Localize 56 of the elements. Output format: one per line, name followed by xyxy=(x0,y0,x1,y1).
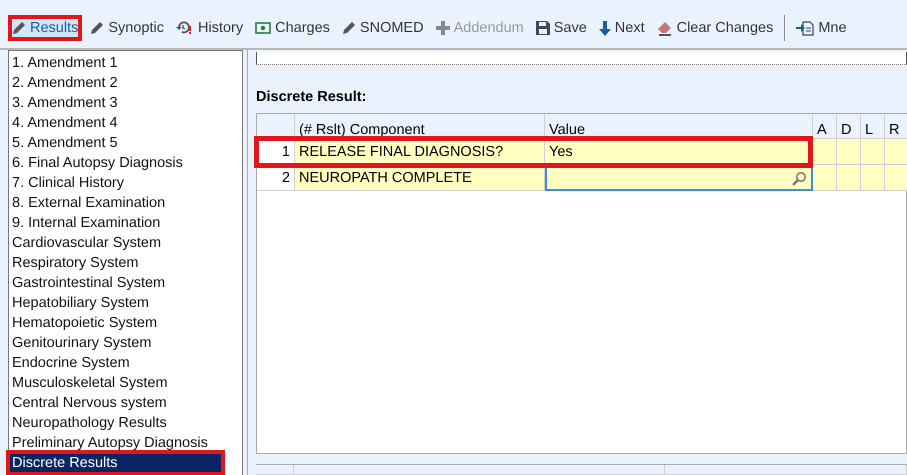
table-cell xyxy=(837,165,861,191)
toolbar-button[interactable]: Mne xyxy=(792,15,851,41)
text-field[interactable] xyxy=(256,52,907,65)
eraser-icon xyxy=(656,20,673,36)
table-cell xyxy=(885,165,907,191)
toolbar-button[interactable]: History xyxy=(172,15,248,41)
section-item[interactable]: Endocrine System xyxy=(9,353,242,373)
column-header[interactable]: D xyxy=(837,114,861,139)
section-title: Discrete Result: xyxy=(256,89,368,107)
down-arrow-icon xyxy=(598,20,611,36)
section-item[interactable]: 2. Amendment 2 xyxy=(9,73,242,93)
section-item[interactable]: Gastrointestinal System xyxy=(9,273,242,293)
section-item[interactable]: Genitourinary System xyxy=(9,333,242,353)
section-item[interactable]: 3. Amendment 3 xyxy=(9,93,242,113)
pencil-icon xyxy=(12,21,26,35)
toolbar-button[interactable]: Clear Changes xyxy=(652,15,778,41)
section-item[interactable]: Preliminary Autopsy Diagnosis xyxy=(9,433,242,453)
section-item[interactable]: 7. Clinical History xyxy=(9,173,242,193)
column-header[interactable]: L xyxy=(861,114,885,139)
section-item[interactable]: Discrete Results xyxy=(9,453,222,473)
section-item[interactable]: Neuropathology Results xyxy=(9,413,242,433)
table-cell xyxy=(885,139,907,165)
pencil-icon xyxy=(90,21,104,35)
save-icon xyxy=(536,21,550,35)
pencil-icon xyxy=(342,21,356,35)
toolbar-button[interactable]: Synoptic xyxy=(86,15,168,41)
section-item[interactable]: 4. Amendment 4 xyxy=(9,113,242,133)
section-item[interactable]: Central Nervous system xyxy=(9,393,242,413)
section-item[interactable]: 8. External Examination xyxy=(9,193,242,213)
toolbar-button[interactable]: Results xyxy=(8,15,82,41)
section-item[interactable]: Cardiovascular System xyxy=(9,233,242,253)
section-item[interactable]: 6. Final Autopsy Diagnosis xyxy=(9,153,242,173)
toolbar-button[interactable]: Charges xyxy=(251,15,334,41)
table-cell xyxy=(861,139,885,165)
section-item[interactable]: Musculoskeletal System xyxy=(9,373,242,393)
import-icon xyxy=(796,20,814,36)
table-cell: RELEASE FINAL DIAGNOSIS? xyxy=(295,139,545,165)
plus-icon xyxy=(436,21,450,35)
section-item[interactable]: Hematopoietic System xyxy=(9,313,242,333)
table-cell xyxy=(861,165,885,191)
table-cell xyxy=(813,139,837,165)
banknote-icon xyxy=(255,22,272,34)
toolbar-button[interactable]: Save xyxy=(532,15,591,41)
column-header[interactable]: R xyxy=(885,114,907,139)
section-item[interactable]: 5. Amendment 5 xyxy=(9,133,242,153)
column-header[interactable]: A xyxy=(813,114,837,139)
section-item[interactable]: 9. Internal Examination xyxy=(9,213,242,233)
search-icon xyxy=(792,170,807,186)
history-icon xyxy=(176,21,194,35)
table-cell xyxy=(813,165,837,191)
section-item[interactable]: Hepatobiliary System xyxy=(9,293,242,313)
toolbar-button[interactable]: SNOMED xyxy=(338,15,428,41)
toolbar-button[interactable]: Next xyxy=(594,15,649,41)
table-cell xyxy=(837,139,861,165)
section-item[interactable]: 1. Amendment 1 xyxy=(9,53,242,73)
section-item[interactable]: Respiratory System xyxy=(9,253,242,273)
